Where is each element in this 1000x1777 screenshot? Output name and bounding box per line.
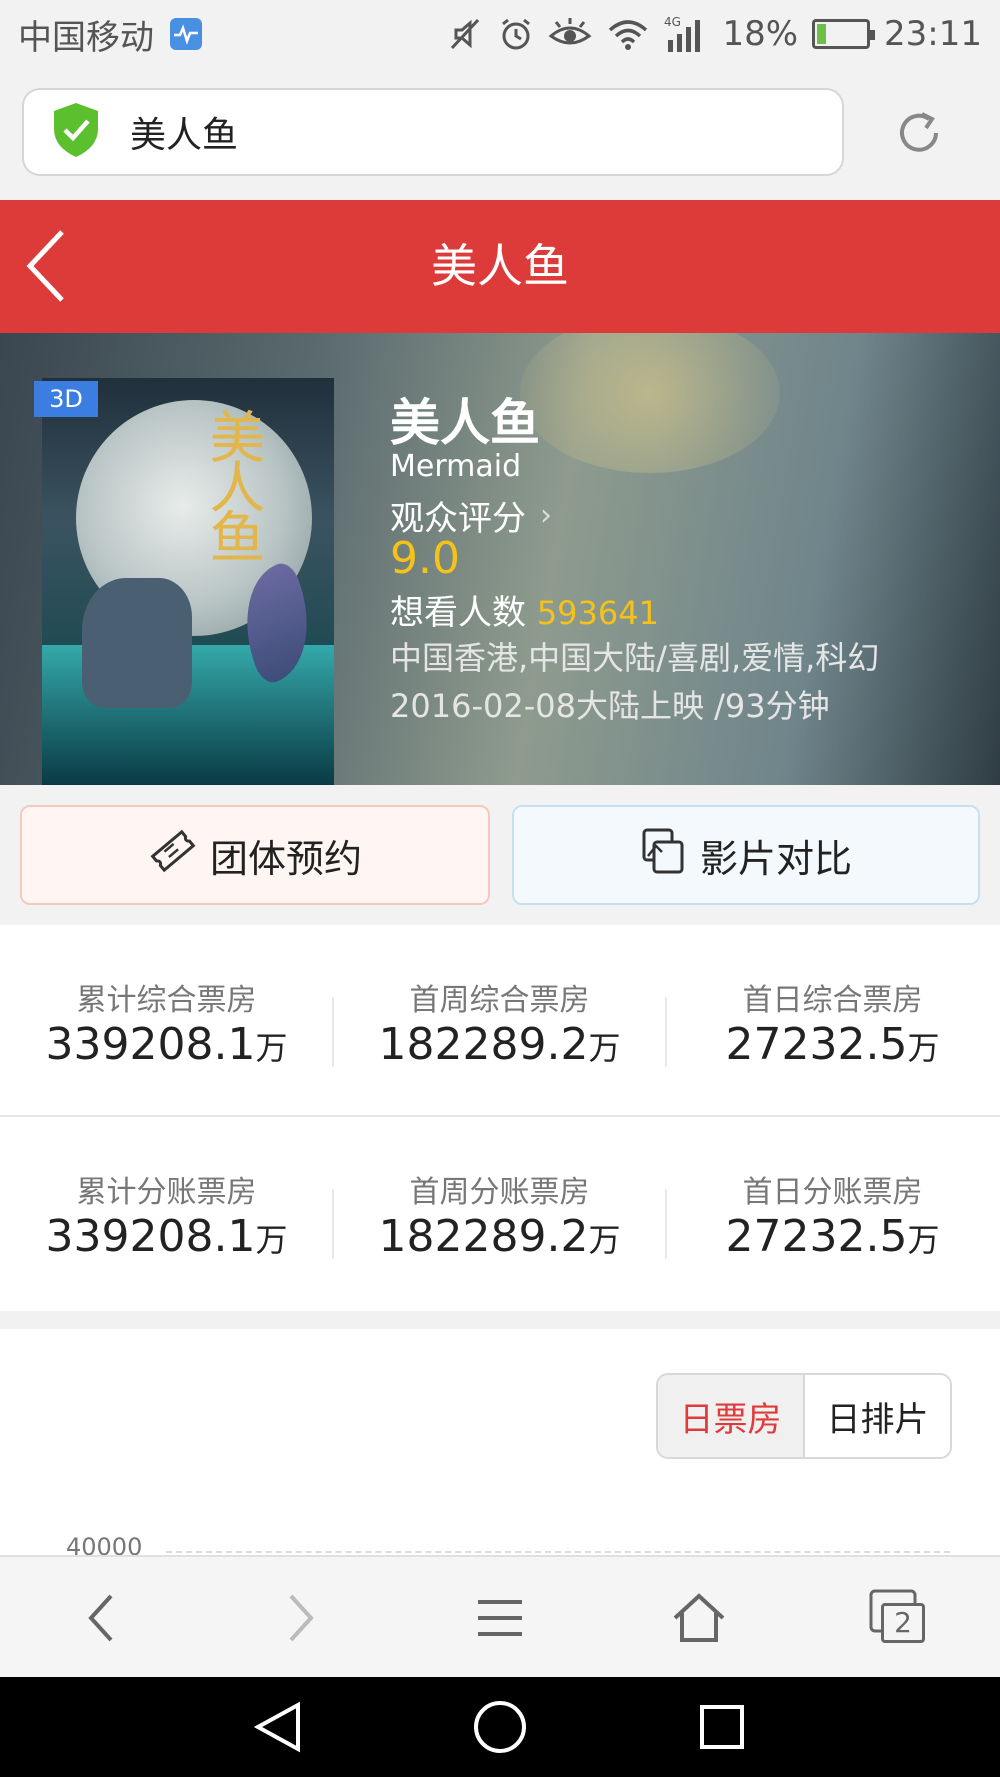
chart-tab-switcher: 日票房 日排片: [656, 1373, 952, 1459]
hero-backdrop-glow: [520, 333, 780, 473]
back-icon: [88, 1594, 113, 1642]
group-booking-label: 团体预约: [209, 836, 362, 881]
wifi-icon: [606, 16, 650, 52]
movie-hero: 美人鱼 3D 美人鱼 Mermaid 观众评分 › 9.0 想看人数 59364…: [0, 333, 1000, 785]
stat-cumulative-split: 累计分账票房 339208.1万: [0, 1117, 333, 1311]
stat-first-day-total: 首日综合票房 27232.5万: [666, 925, 999, 1115]
battery-percent: 18%: [722, 14, 799, 54]
stat-label: 累计分账票房: [76, 1175, 257, 1210]
nav-recents-icon: [700, 1705, 744, 1749]
stat-first-week-total: 首周综合票房 182289.2万: [333, 925, 666, 1115]
chevron-right-icon: ›: [540, 498, 552, 533]
battery-level: [817, 24, 827, 44]
forward-icon: [289, 1594, 314, 1642]
poster-title-art: 美人鱼: [200, 408, 265, 558]
tab-daily-box-office[interactable]: 日票房: [658, 1375, 805, 1457]
group-booking-button[interactable]: 团体预约: [20, 805, 490, 905]
compare-button[interactable]: 影片对比: [512, 805, 980, 905]
stat-value: 182289.2万: [378, 1211, 621, 1262]
stat-value: 339208.1万: [45, 1211, 288, 1262]
tab-count: 2: [881, 1603, 925, 1643]
page-header: 美人鱼: [0, 200, 1000, 333]
want-count: 593641: [536, 594, 659, 632]
alarm-icon: [498, 16, 534, 52]
poster-figure: [82, 578, 192, 708]
eye-icon: [548, 16, 592, 52]
browser-forward-button[interactable]: [266, 1583, 336, 1653]
stat-value: 27232.5万: [725, 1211, 940, 1262]
chart-section: 日票房 日排片 40000: [0, 1329, 1000, 1555]
want-label: 想看人数: [390, 593, 526, 633]
movie-poster[interactable]: 美人鱼: [42, 378, 334, 785]
menu-icon: [478, 1600, 522, 1636]
home-icon: [673, 1593, 725, 1642]
stat-label: 首日分账票房: [742, 1175, 923, 1210]
movie-title: 美人鱼: [390, 394, 540, 452]
stat-label: 首周综合票房: [409, 983, 590, 1018]
stat-cumulative-total: 累计综合票房 339208.1万: [0, 925, 333, 1115]
box-office-stats-split: 累计分账票房 339208.1万 首周分账票房 182289.2万 首日分账票房…: [0, 1117, 1000, 1311]
stat-label: 首周分账票房: [409, 1175, 590, 1210]
nav-home-icon: [474, 1701, 526, 1753]
browser-back-button[interactable]: [66, 1583, 136, 1653]
page-title: 美人鱼: [431, 239, 569, 293]
movie-release: 2016-02-08大陆上映 /93分钟: [390, 687, 830, 725]
system-nav-bar: [0, 1677, 1000, 1777]
browser-toolbar: 2: [0, 1555, 1000, 1677]
clock: 23:11: [884, 14, 982, 54]
signal-icon: 4G: [664, 14, 708, 54]
network-type: 4G: [664, 15, 681, 29]
section-divider: [0, 1311, 1000, 1329]
want-to-see: 想看人数 593641: [390, 585, 659, 634]
nav-back-icon: [253, 1701, 300, 1753]
chevron-left-icon: [26, 230, 64, 302]
status-bar: 中国移动 4G 18% 23:11: [0, 0, 1000, 68]
stat-label: 首日综合票房: [742, 983, 923, 1018]
stat-value: 27232.5万: [725, 1019, 940, 1070]
nav-recents-button[interactable]: [692, 1697, 752, 1757]
rating-value: 9.0: [390, 533, 460, 584]
3d-badge: 3D: [34, 381, 98, 417]
chart-gridline: [166, 1551, 950, 1553]
mute-icon: [448, 16, 484, 52]
browser-menu-button[interactable]: [465, 1583, 535, 1653]
stat-value: 182289.2万: [378, 1019, 621, 1070]
compare-label: 影片对比: [699, 836, 852, 881]
carrier-name: 中国移动: [18, 17, 154, 58]
refresh-button[interactable]: [894, 108, 944, 158]
browser-url-area: 美人鱼: [0, 68, 1000, 200]
compare-icon: [640, 826, 688, 885]
nav-back-button[interactable]: [248, 1697, 308, 1757]
action-bar: 团体预约 影片对比: [0, 785, 1000, 925]
battery-icon: [812, 19, 876, 49]
health-icon: [170, 18, 202, 50]
ticket-icon: [148, 826, 198, 885]
stat-first-day-split: 首日分账票房 27232.5万: [666, 1117, 999, 1311]
browser-home-button[interactable]: [664, 1583, 734, 1653]
back-button[interactable]: [22, 224, 72, 308]
movie-genre: 中国香港,中国大陆/喜剧,爱情,科幻: [390, 639, 880, 677]
chart-y-tick: 40000: [66, 1533, 143, 1555]
url-bar[interactable]: 美人鱼: [22, 88, 844, 176]
movie-english-title: Mermaid: [390, 449, 522, 484]
tab-daily-screenings[interactable]: 日排片: [805, 1375, 950, 1457]
refresh-icon: [900, 112, 938, 152]
stat-label: 累计综合票房: [76, 983, 257, 1018]
shield-icon: [50, 101, 102, 163]
stat-first-week-split: 首周分账票房 182289.2万: [333, 1117, 666, 1311]
nav-home-button[interactable]: [470, 1697, 530, 1757]
box-office-stats-total: 累计综合票房 339208.1万 首周综合票房 182289.2万 首日综合票房…: [0, 925, 1000, 1117]
url-text: 美人鱼: [130, 115, 239, 156]
stat-value: 339208.1万: [45, 1019, 288, 1070]
browser-tabs-button[interactable]: 2: [865, 1583, 935, 1653]
